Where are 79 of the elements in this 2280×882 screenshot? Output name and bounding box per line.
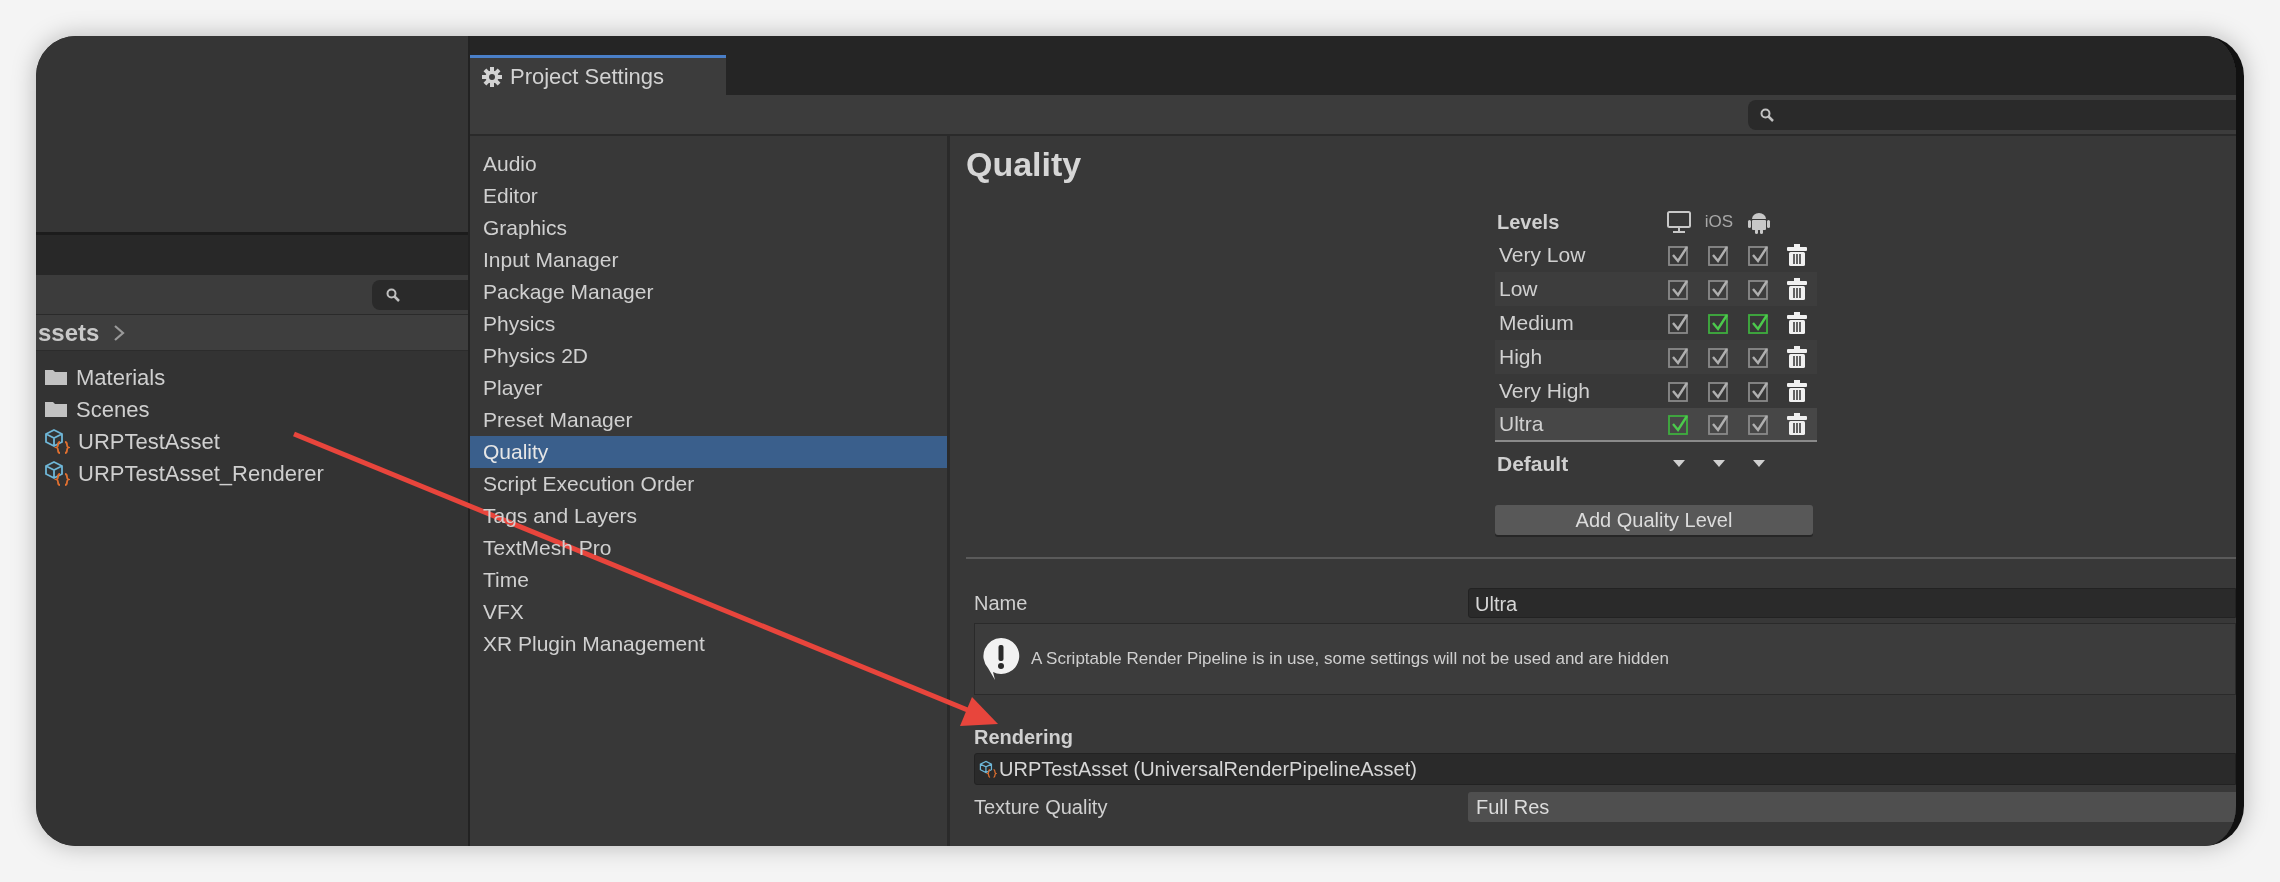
help-message: A Scriptable Render Pipeline is in use, some settings will not be used and are hidden xyxy=(1031,648,1669,671)
trash-icon[interactable] xyxy=(1786,379,1808,403)
trash-icon[interactable] xyxy=(1786,412,1808,436)
sidebar-item[interactable]: TextMesh Pro xyxy=(470,532,947,564)
checkbox[interactable] xyxy=(1668,380,1690,402)
section-heading: Rendering xyxy=(973,725,1073,749)
search-icon xyxy=(386,287,400,302)
sidebar-item[interactable]: Preset Manager xyxy=(470,404,947,436)
asset-field[interactable]: URPTestAsset (UniversalRenderPipelineAsset) xyxy=(974,753,2236,785)
sidebar-item[interactable]: Time xyxy=(470,564,947,596)
checkbox[interactable] xyxy=(1748,380,1770,402)
sidebar-item[interactable]: XR Plugin Management xyxy=(470,628,947,660)
cube-icon xyxy=(44,428,70,454)
search-field[interactable] xyxy=(1748,99,2236,130)
field-label: Name xyxy=(973,591,1029,616)
level-row[interactable]: Low xyxy=(1495,272,1817,306)
checkbox[interactable] xyxy=(1708,312,1730,334)
row-label: Default xyxy=(1496,451,1570,478)
sidebar-item[interactable]: Physics xyxy=(470,308,947,340)
checkbox[interactable] xyxy=(1708,278,1730,300)
folder-item[interactable]: Materials xyxy=(76,360,166,394)
search-icon xyxy=(1760,107,1774,122)
sidebar-item[interactable]: Player xyxy=(470,372,947,404)
folder-item[interactable]: Scenes xyxy=(76,392,150,426)
checkbox[interactable] xyxy=(1708,346,1730,368)
gear-icon xyxy=(482,66,502,87)
asset-item[interactable]: URPTestAsset_Renderer xyxy=(78,456,324,490)
level-row[interactable]: Very Low xyxy=(1495,238,1817,272)
trash-icon[interactable] xyxy=(1786,277,1808,301)
texture-quality-dropdown[interactable]: Full Res xyxy=(1468,792,2236,822)
trash-icon[interactable] xyxy=(1786,345,1808,369)
cube-icon xyxy=(979,760,997,778)
trash-icon[interactable] xyxy=(1786,311,1808,335)
field-label: Texture Quality xyxy=(973,795,1109,820)
trash-icon[interactable] xyxy=(1786,243,1808,267)
asset-item[interactable]: URPTestAsset xyxy=(78,424,220,458)
caret-icon[interactable] xyxy=(1752,459,1766,469)
checkbox[interactable] xyxy=(1708,244,1730,266)
sidebar-item[interactable]: Audio xyxy=(470,148,947,180)
page-title: Quality xyxy=(966,144,1083,185)
sidebar-item[interactable]: Input Manager xyxy=(470,244,947,276)
checkbox[interactable] xyxy=(1748,312,1770,334)
sidebar-item[interactable]: Quality xyxy=(470,436,947,468)
platform-label: iOS xyxy=(1704,211,1734,234)
settings-tab[interactable]: Project Settings xyxy=(470,55,726,95)
sidebar-item[interactable]: VFX xyxy=(470,596,947,628)
checkbox[interactable] xyxy=(1748,346,1770,368)
caret-icon[interactable] xyxy=(1712,459,1726,469)
monitor-icon xyxy=(1666,210,1692,234)
checkbox[interactable] xyxy=(1668,346,1690,368)
sidebar-item[interactable]: Editor xyxy=(470,180,947,212)
checkbox[interactable] xyxy=(1668,278,1690,300)
cube-icon xyxy=(44,460,70,486)
breadcrumb[interactable]: ssets xyxy=(38,314,100,351)
add-level-button[interactable]: Add Quality Level xyxy=(1495,505,1813,535)
folder-icon xyxy=(44,367,68,387)
level-row[interactable]: High xyxy=(1495,340,1817,374)
search-field[interactable] xyxy=(372,279,468,310)
level-row[interactable]: Medium xyxy=(1495,306,1817,340)
sidebar-item[interactable]: Script Execution Order xyxy=(470,468,947,500)
checkbox[interactable] xyxy=(1668,244,1690,266)
checkbox[interactable] xyxy=(1748,244,1770,266)
caret-icon[interactable] xyxy=(1672,459,1686,469)
sidebar-item[interactable]: Physics 2D xyxy=(470,340,947,372)
warning-icon xyxy=(981,636,1021,682)
chevron-icon xyxy=(113,323,126,342)
level-row[interactable]: Ultra xyxy=(1495,408,1817,442)
checkbox[interactable] xyxy=(1708,380,1730,402)
level-row[interactable]: Very High xyxy=(1495,374,1817,408)
column-header: Levels xyxy=(1496,210,1561,235)
checkbox[interactable] xyxy=(1668,312,1690,334)
sidebar-item[interactable]: Graphics xyxy=(470,212,947,244)
sidebar-item[interactable]: Package Manager xyxy=(470,276,947,308)
checkbox[interactable] xyxy=(1748,413,1770,435)
folder-icon xyxy=(44,399,68,419)
checkbox[interactable] xyxy=(1668,413,1690,435)
checkbox[interactable] xyxy=(1708,413,1730,435)
checkbox[interactable] xyxy=(1748,278,1770,300)
name-field[interactable]: Ultra xyxy=(1468,588,2236,618)
